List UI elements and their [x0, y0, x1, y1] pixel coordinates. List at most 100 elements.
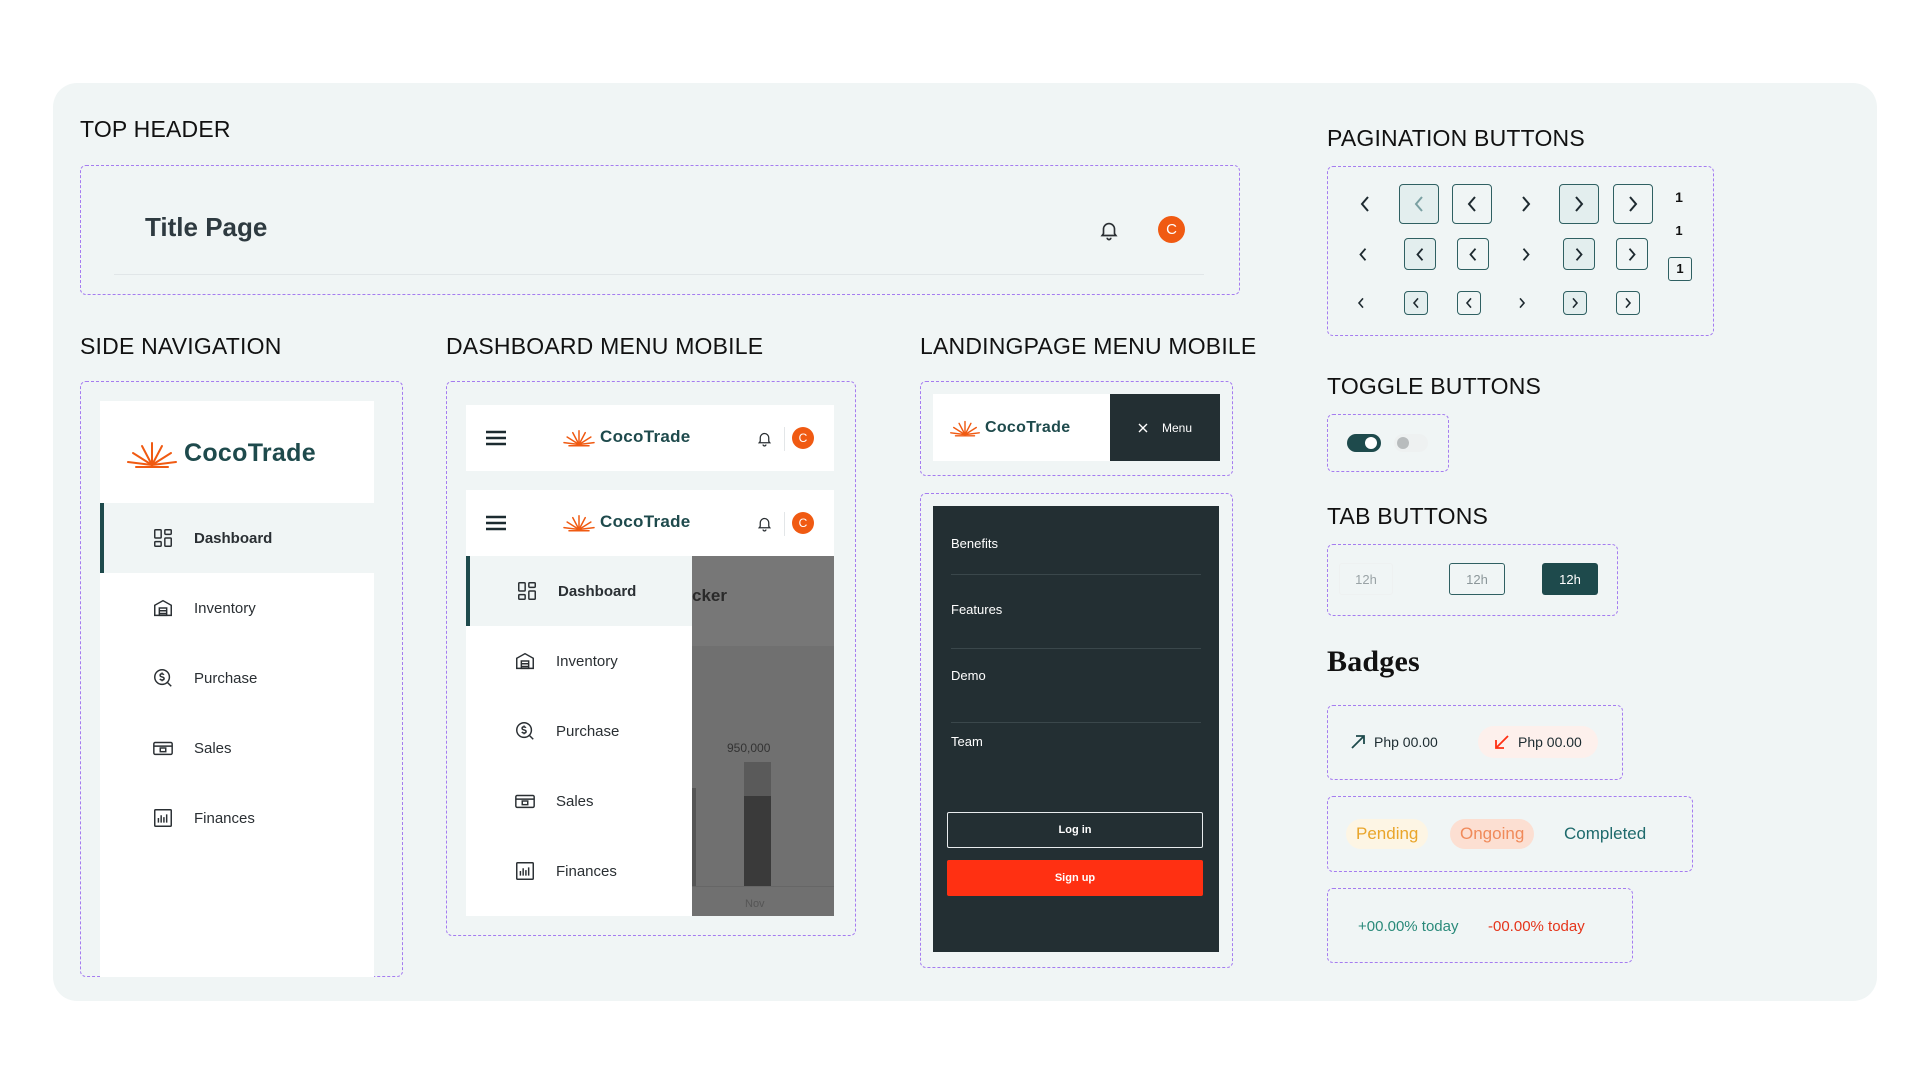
landing-menu-item-team[interactable]: Team [933, 734, 1219, 749]
bg-page-title: cker [692, 586, 727, 605]
nav-item-inventory[interactable]: Inventory [466, 626, 692, 696]
chevron-right-icon [1575, 196, 1584, 212]
bell-icon [757, 432, 772, 447]
notification-button[interactable] [756, 515, 773, 537]
warehouse-icon [516, 652, 534, 670]
mobile-logo[interactable]: CocoTrade [562, 512, 691, 532]
tab-12h-default[interactable]: 12h [1339, 563, 1393, 595]
palm-leaf-icon [127, 442, 177, 468]
cash-icon [515, 794, 535, 809]
login-button[interactable]: Log in [947, 812, 1203, 848]
next-page-button[interactable] [1510, 238, 1542, 270]
avatar[interactable]: C [792, 512, 814, 534]
next-page-button[interactable] [1613, 184, 1653, 224]
chevron-right-icon [1575, 247, 1583, 261]
page-number[interactable]: 1 [1671, 189, 1687, 205]
prev-page-button[interactable] [1349, 291, 1373, 315]
palm-leaf-icon [563, 515, 595, 532]
overlay-backdrop[interactable]: cker 950,000 Nov [692, 556, 834, 916]
notification-button[interactable] [756, 430, 773, 452]
menu-toggle-button[interactable]: Menu [1110, 394, 1220, 461]
mobile-logo[interactable]: CocoTrade [562, 427, 691, 447]
next-page-button[interactable] [1510, 291, 1534, 315]
price-badges-frame: Php 00.00 Php 00.00 [1327, 705, 1623, 780]
chevron-left-icon [1412, 297, 1419, 309]
prev-page-button[interactable] [1404, 238, 1436, 270]
next-page-button[interactable] [1563, 291, 1587, 315]
page-title: Title Page [145, 212, 268, 242]
section-title-badges: Badges [1327, 645, 1420, 678]
bg-chart-month: Nov [745, 898, 765, 910]
notification-button[interactable] [1098, 219, 1120, 246]
bar-chart-icon [154, 809, 172, 827]
change-badges-frame: +00.00% today -00.00% today [1327, 888, 1633, 963]
landing-menu-panel: Benefits Features Demo Team Log in Sign … [933, 506, 1219, 952]
logo-text: CocoTrade [600, 512, 691, 531]
nav-item-dashboard[interactable]: Dashboard [100, 503, 374, 573]
section-title-toggle-buttons: TOGGLE BUTTONS [1327, 373, 1542, 399]
hamburger-button[interactable] [486, 515, 506, 536]
logo-text: CocoTrade [184, 438, 316, 467]
section-title-pagination-buttons: PAGINATION BUTTONS [1327, 125, 1585, 151]
coin-search-icon [154, 669, 172, 687]
next-page-button[interactable] [1616, 291, 1640, 315]
landing-header: CocoTrade [933, 394, 1110, 461]
nav-item-finances[interactable]: Finances [100, 783, 374, 853]
landing-menu-item-features[interactable]: Features [933, 602, 1219, 617]
nav-item-label: Sales [556, 792, 594, 810]
landing-menu-item-demo[interactable]: Demo [933, 668, 1219, 683]
prev-page-button[interactable] [1399, 184, 1439, 224]
nav-item-sales[interactable]: Sales [466, 766, 692, 836]
nav-item-purchase[interactable]: Purchase [100, 643, 374, 713]
bg-chart-bar [744, 796, 771, 886]
toggle-switch-off[interactable] [1394, 434, 1428, 452]
chevron-right-icon [1629, 196, 1638, 212]
prev-page-button[interactable] [1404, 291, 1428, 315]
chevron-right-icon [1628, 247, 1636, 261]
bell-icon [757, 517, 772, 532]
mobile-header: CocoTrade C [466, 405, 834, 471]
landing-menu-item-benefits[interactable]: Benefits [933, 536, 1219, 551]
signup-button[interactable]: Sign up [947, 860, 1203, 896]
tab-12h-outlined[interactable]: 12h [1449, 563, 1505, 595]
nav-item-sales[interactable]: Sales [100, 713, 374, 783]
avatar[interactable]: C [792, 427, 814, 449]
prev-page-button[interactable] [1452, 184, 1492, 224]
nav-item-finances[interactable]: Finances [466, 836, 692, 906]
section-title-side-navigation: SIDE NAVIGATION [80, 333, 282, 359]
price-up-badge: Php 00.00 [1350, 730, 1438, 754]
hamburger-button[interactable] [486, 430, 506, 451]
side-navigation: CocoTrade Dashboard Inventory Purchase S… [100, 401, 374, 977]
toggle-switch-on[interactable] [1347, 434, 1381, 452]
prev-page-button[interactable] [1347, 238, 1379, 270]
chevron-left-icon [1360, 196, 1369, 212]
nav-item-purchase[interactable]: Purchase [466, 696, 692, 766]
chevron-left-icon [1357, 297, 1364, 309]
logo[interactable]: CocoTrade [126, 437, 316, 469]
landing-logo[interactable]: CocoTrade [949, 418, 1070, 437]
nav-item-inventory[interactable]: Inventory [100, 573, 374, 643]
bar-chart-icon [516, 862, 534, 880]
next-page-button[interactable] [1563, 238, 1595, 270]
next-page-button[interactable] [1506, 184, 1546, 224]
chevron-right-icon [1519, 297, 1526, 309]
tab-12h-active[interactable]: 12h [1542, 563, 1598, 595]
prev-page-button[interactable] [1457, 291, 1481, 315]
warehouse-icon [154, 599, 172, 617]
prev-page-button[interactable] [1457, 238, 1489, 270]
nav-item-label: Finances [556, 862, 617, 880]
dashboard-icon [154, 529, 172, 547]
nav-item-label: Purchase [194, 669, 258, 687]
page-number[interactable]: 1 [1671, 223, 1687, 238]
toggle-frame [1327, 414, 1449, 472]
next-page-button[interactable] [1616, 238, 1648, 270]
nav-item-dashboard[interactable]: Dashboard [466, 556, 692, 626]
nav-item-label: Dashboard [194, 529, 273, 547]
nav-item-label: Dashboard [558, 582, 637, 600]
avatar[interactable]: C [1158, 216, 1185, 243]
prev-page-button[interactable] [1345, 184, 1385, 224]
next-page-button[interactable] [1559, 184, 1599, 224]
bg-chart-axis [692, 886, 834, 887]
bell-icon [1100, 222, 1118, 241]
page-number-boxed[interactable]: 1 [1668, 257, 1692, 281]
